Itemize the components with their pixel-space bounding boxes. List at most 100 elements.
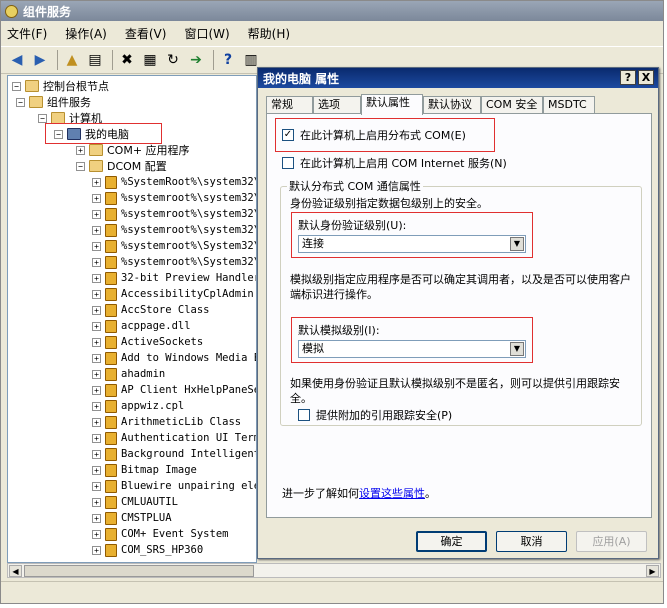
expand-icon[interactable]: +: [92, 289, 101, 299]
checkbox-box[interactable]: [298, 409, 310, 421]
dcom-app-item[interactable]: + ActiveSockets: [92, 334, 203, 350]
dcom-app-item[interactable]: + CMSTPLUA: [92, 510, 172, 526]
expand-icon[interactable]: +: [92, 209, 101, 219]
expand-icon[interactable]: +: [92, 193, 101, 203]
export-icon[interactable]: ➔: [186, 50, 206, 70]
cancel-button[interactable]: 取消: [496, 531, 567, 552]
expand-icon[interactable]: +: [92, 417, 101, 427]
up-folder-icon[interactable]: ▲: [62, 50, 82, 70]
expand-icon[interactable]: +: [92, 401, 101, 411]
app-package-icon: [105, 207, 117, 221]
refresh-icon[interactable]: ↻: [163, 50, 183, 70]
dcom-app-item[interactable]: + Add to Windows Media E: [92, 350, 256, 366]
expand-icon[interactable]: +: [92, 305, 101, 315]
dcom-app-item[interactable]: + COM+ Event System: [92, 526, 228, 542]
expand-icon[interactable]: +: [92, 529, 101, 539]
expand-icon[interactable]: +: [92, 545, 101, 555]
expand-icon[interactable]: +: [92, 337, 101, 347]
tab-default-properties[interactable]: 默认属性: [361, 94, 423, 115]
toolbar-separator: [213, 50, 214, 70]
collapse-icon[interactable]: −: [38, 113, 47, 123]
menu-action[interactable]: 操作(A): [65, 25, 107, 42]
menu-help[interactable]: 帮助(H): [248, 25, 290, 42]
dcom-app-item[interactable]: + %systemroot%\system32\: [92, 222, 256, 238]
dcom-app-item[interactable]: + CMLUAUTIL: [92, 494, 178, 510]
dcom-app-item[interactable]: + %systemroot%\System32\: [92, 254, 256, 270]
expand-icon[interactable]: +: [92, 497, 101, 507]
checkbox-box[interactable]: [282, 157, 294, 169]
expand-icon[interactable]: +: [92, 369, 101, 379]
collapse-icon[interactable]: −: [76, 161, 85, 171]
expand-icon[interactable]: +: [76, 145, 85, 155]
dialog-titlebar[interactable]: 我的电脑 属性: [258, 68, 658, 88]
expand-icon[interactable]: +: [92, 241, 101, 251]
scroll-left-icon[interactable]: ◀: [9, 565, 22, 577]
expand-icon[interactable]: +: [92, 273, 101, 283]
expand-icon[interactable]: +: [92, 257, 101, 267]
dcom-app-item[interactable]: + Authentication UI Term: [92, 430, 256, 446]
menu-file[interactable]: 文件(F): [7, 25, 47, 42]
expand-icon[interactable]: +: [92, 321, 101, 331]
reference-tracking-checkbox[interactable]: 提供附加的引用跟踪安全(P): [298, 407, 452, 423]
dcom-app-label: appwiz.cpl: [121, 400, 185, 412]
dcom-app-item[interactable]: + Bluewire unpairing ele: [92, 478, 256, 494]
dcom-app-item[interactable]: + AP Client HxHelpPaneSe: [92, 382, 256, 398]
dcom-app-item[interactable]: + appwiz.cpl: [92, 398, 184, 414]
expand-icon[interactable]: +: [92, 353, 101, 363]
expand-icon[interactable]: +: [92, 465, 101, 475]
expand-icon[interactable]: +: [92, 225, 101, 235]
tree-node-component-services[interactable]: − 组件服务: [16, 94, 91, 110]
scroll-thumb[interactable]: [24, 565, 254, 577]
dialog-help-button[interactable]: ?: [620, 70, 636, 85]
expand-icon[interactable]: +: [92, 481, 101, 491]
horizontal-scrollbar[interactable]: ◀ ▶: [7, 563, 661, 578]
delete-icon[interactable]: ✖: [117, 50, 137, 70]
dcom-app-item[interactable]: + COM_SRS_HP360: [92, 542, 203, 558]
tab-panel: ✓ 在此计算机上启用分布式 COM(E) 在此计算机上启用 COM Intern…: [266, 113, 652, 518]
dcom-app-item[interactable]: + %systemroot%\system32\: [92, 190, 256, 206]
toolbar-separator: [112, 50, 113, 70]
dcom-app-item[interactable]: + %SystemRoot%\system32\: [92, 174, 256, 190]
apply-button[interactable]: 应用(A): [576, 531, 647, 552]
tab-com-security[interactable]: COM 安全: [481, 96, 543, 114]
expand-icon[interactable]: +: [92, 449, 101, 459]
help-icon[interactable]: ?: [218, 50, 238, 70]
menu-window[interactable]: 窗口(W): [184, 25, 229, 42]
dcom-app-item[interactable]: + %systemroot%\System32\: [92, 238, 256, 254]
expand-icon[interactable]: +: [92, 513, 101, 523]
tree-node-com-apps[interactable]: + COM+ 应用程序: [76, 142, 190, 158]
tab-default-protocols[interactable]: 默认协议: [423, 96, 481, 114]
window-titlebar[interactable]: 组件服务: [1, 1, 663, 21]
expand-icon[interactable]: +: [92, 177, 101, 187]
dcom-app-item[interactable]: + Bitmap Image: [92, 462, 197, 478]
show-tree-icon[interactable]: ▤: [85, 50, 105, 70]
enable-internet-checkbox[interactable]: 在此计算机上启用 COM Internet 服务(N): [282, 155, 507, 171]
tab-msdtc[interactable]: MSDTC: [543, 96, 595, 114]
collapse-icon[interactable]: −: [12, 81, 21, 91]
learn-more-link[interactable]: 设置这些属性: [359, 487, 425, 500]
dcom-app-item[interactable]: + %systemroot%\system32\: [92, 206, 256, 222]
tab-general[interactable]: 常规: [266, 96, 313, 114]
tab-options[interactable]: 选项: [313, 96, 361, 114]
menu-view[interactable]: 查看(V): [125, 25, 167, 42]
tree-node-root[interactable]: − 控制台根节点: [12, 78, 109, 94]
forward-icon[interactable]: ▶: [30, 50, 50, 70]
tree-node-dcom-config[interactable]: − DCOM 配置: [76, 158, 167, 174]
ok-button[interactable]: 确定: [416, 531, 487, 552]
dcom-app-item[interactable]: + AccStore Class: [92, 302, 210, 318]
collapse-icon[interactable]: −: [16, 97, 25, 107]
dcom-app-item[interactable]: +32-bit Preview Handler: [92, 270, 256, 286]
dialog-close-button[interactable]: X: [638, 70, 654, 85]
properties-icon[interactable]: ▦: [140, 50, 160, 70]
dcom-app-item[interactable]: + ahadmin: [92, 366, 165, 382]
expand-icon[interactable]: +: [92, 433, 101, 443]
scroll-right-icon[interactable]: ▶: [646, 565, 659, 577]
app-package-icon: [105, 191, 117, 205]
dcom-app-item[interactable]: + acppage.dll: [92, 318, 191, 334]
dcom-app-item[interactable]: + AccessibilityCplAdmin: [92, 286, 254, 302]
dcom-app-item[interactable]: + Background Intelligent: [92, 446, 256, 462]
expand-icon[interactable]: +: [92, 385, 101, 395]
back-icon[interactable]: ◀: [7, 50, 27, 70]
app-package-icon: [105, 223, 117, 237]
dcom-app-item[interactable]: + ArithmeticLib Class: [92, 414, 241, 430]
